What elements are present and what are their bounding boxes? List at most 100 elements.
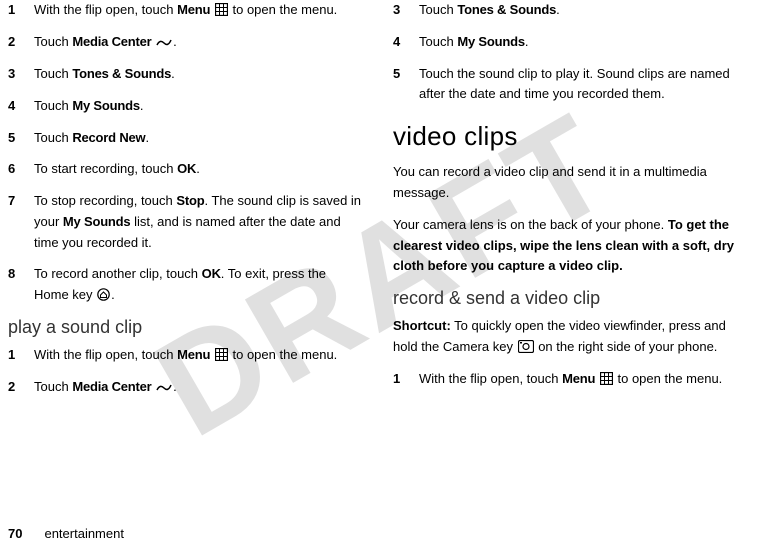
text: . [171,66,175,81]
text: to open the menu. [229,2,337,17]
text: to open the menu. [614,371,722,386]
step-num: 2 [8,32,34,53]
tones-sounds-label: Tones & Sounds [72,66,171,81]
step-text: Touch Media Center . [34,377,363,398]
my-sounds-label: My Sounds [72,98,140,113]
para-lens: Your camera lens is on the back of your … [393,215,748,277]
step-1: 1 With the flip open, touch Menu to open… [8,0,363,21]
text: Touch [34,379,72,394]
text: . [111,287,115,302]
wave-icon [156,32,172,53]
grid-icon [215,0,228,21]
step-text: Touch Tones & Sounds. [34,64,363,85]
text: With the flip open, touch [419,371,562,386]
step-text: To record another clip, touch OK. To exi… [34,264,363,306]
grid-icon [215,345,228,366]
shortcut-label: Shortcut: [393,318,451,333]
heading-video-clips: video clips [393,121,748,152]
step-num: 4 [8,96,34,117]
step-num: 5 [8,128,34,149]
tones-sounds-label: Tones & Sounds [457,2,556,17]
step-d1: 1 With the flip open, touch Menu to open… [393,369,748,390]
text: With the flip open, touch [34,2,177,17]
step-text: Touch Tones & Sounds. [419,0,748,21]
text: . [525,34,529,49]
footer: 70 entertainment [8,526,124,541]
wave-icon [156,377,172,398]
text: Touch [34,98,72,113]
text: Touch [34,130,72,145]
step-text: With the flip open, touch Menu to open t… [419,369,748,390]
step-c5: 5 Touch the sound clip to play it. Sound… [393,64,748,106]
text: on the right side of your phone. [535,339,718,354]
right-column: 3 Touch Tones & Sounds. 4 Touch My Sound… [393,0,748,409]
heading-record-send: record & send a video clip [393,288,748,309]
text: With the flip open, touch [34,347,177,362]
step-text: To stop recording, touch Stop. The sound… [34,191,363,253]
step-c4: 4 Touch My Sounds. [393,32,748,53]
step-text: Touch Record New. [34,128,363,149]
step-text: Touch Media Center . [34,32,363,53]
grid-icon [600,369,613,390]
step-num: 8 [8,264,34,306]
step-5: 5 Touch Record New. [8,128,363,149]
menu-label: Menu [562,371,595,386]
text: Your camera lens is on the back of your … [393,217,668,232]
step-7: 7 To stop recording, touch Stop. The sou… [8,191,363,253]
step-4: 4 Touch My Sounds. [8,96,363,117]
para-record-intro: You can record a video clip and send it … [393,162,748,204]
step-text: With the flip open, touch Menu to open t… [34,0,363,21]
step-text: Touch the sound clip to play it. Sound c… [419,64,748,106]
left-column: 1 With the flip open, touch Menu to open… [8,0,363,409]
step-num: 6 [8,159,34,180]
menu-label: Menu [177,347,210,362]
text: . [145,130,149,145]
record-new-label: Record New [72,130,145,145]
step-num: 2 [8,377,34,398]
step-text: Touch My Sounds. [34,96,363,117]
text: . [196,161,200,176]
media-center-label: Media Center [72,34,151,49]
text: . [173,379,177,394]
text: To start recording, touch [34,161,177,176]
text: Touch the sound clip to play it. Sound c… [419,66,730,102]
ok-label: OK [202,266,221,281]
step-num: 4 [393,32,419,53]
step-text: Touch My Sounds. [419,32,748,53]
section-name: entertainment [44,526,124,541]
step-num: 7 [8,191,34,253]
step-6: 6 To start recording, touch OK. [8,159,363,180]
step-num: 1 [393,369,419,390]
text: . [140,98,144,113]
ok-label: OK [177,161,196,176]
camera-icon [518,337,534,358]
step-num: 3 [8,64,34,85]
step-b1: 1 With the flip open, touch Menu to open… [8,345,363,366]
step-num: 5 [393,64,419,106]
text: Touch [34,66,72,81]
page-number: 70 [8,526,22,541]
text: To stop recording, touch [34,193,176,208]
text: to open the menu. [229,347,337,362]
step-2: 2 Touch Media Center . [8,32,363,53]
text: Touch [419,34,457,49]
para-shortcut: Shortcut: To quickly open the video view… [393,316,748,358]
media-center-label: Media Center [72,379,151,394]
step-num: 1 [8,345,34,366]
step-b2: 2 Touch Media Center . [8,377,363,398]
text: Touch [419,2,457,17]
text: Touch [34,34,72,49]
step-text: With the flip open, touch Menu to open t… [34,345,363,366]
step-num: 3 [393,0,419,21]
home-icon [97,285,110,306]
step-3: 3 Touch Tones & Sounds. [8,64,363,85]
text: . [556,2,560,17]
step-num: 1 [8,0,34,21]
page-content: 1 With the flip open, touch Menu to open… [0,0,768,409]
heading-play-sound-clip: play a sound clip [8,317,363,338]
step-c3: 3 Touch Tones & Sounds. [393,0,748,21]
step-8: 8 To record another clip, touch OK. To e… [8,264,363,306]
text: To record another clip, touch [34,266,202,281]
text: . [173,34,177,49]
menu-label: Menu [177,2,210,17]
